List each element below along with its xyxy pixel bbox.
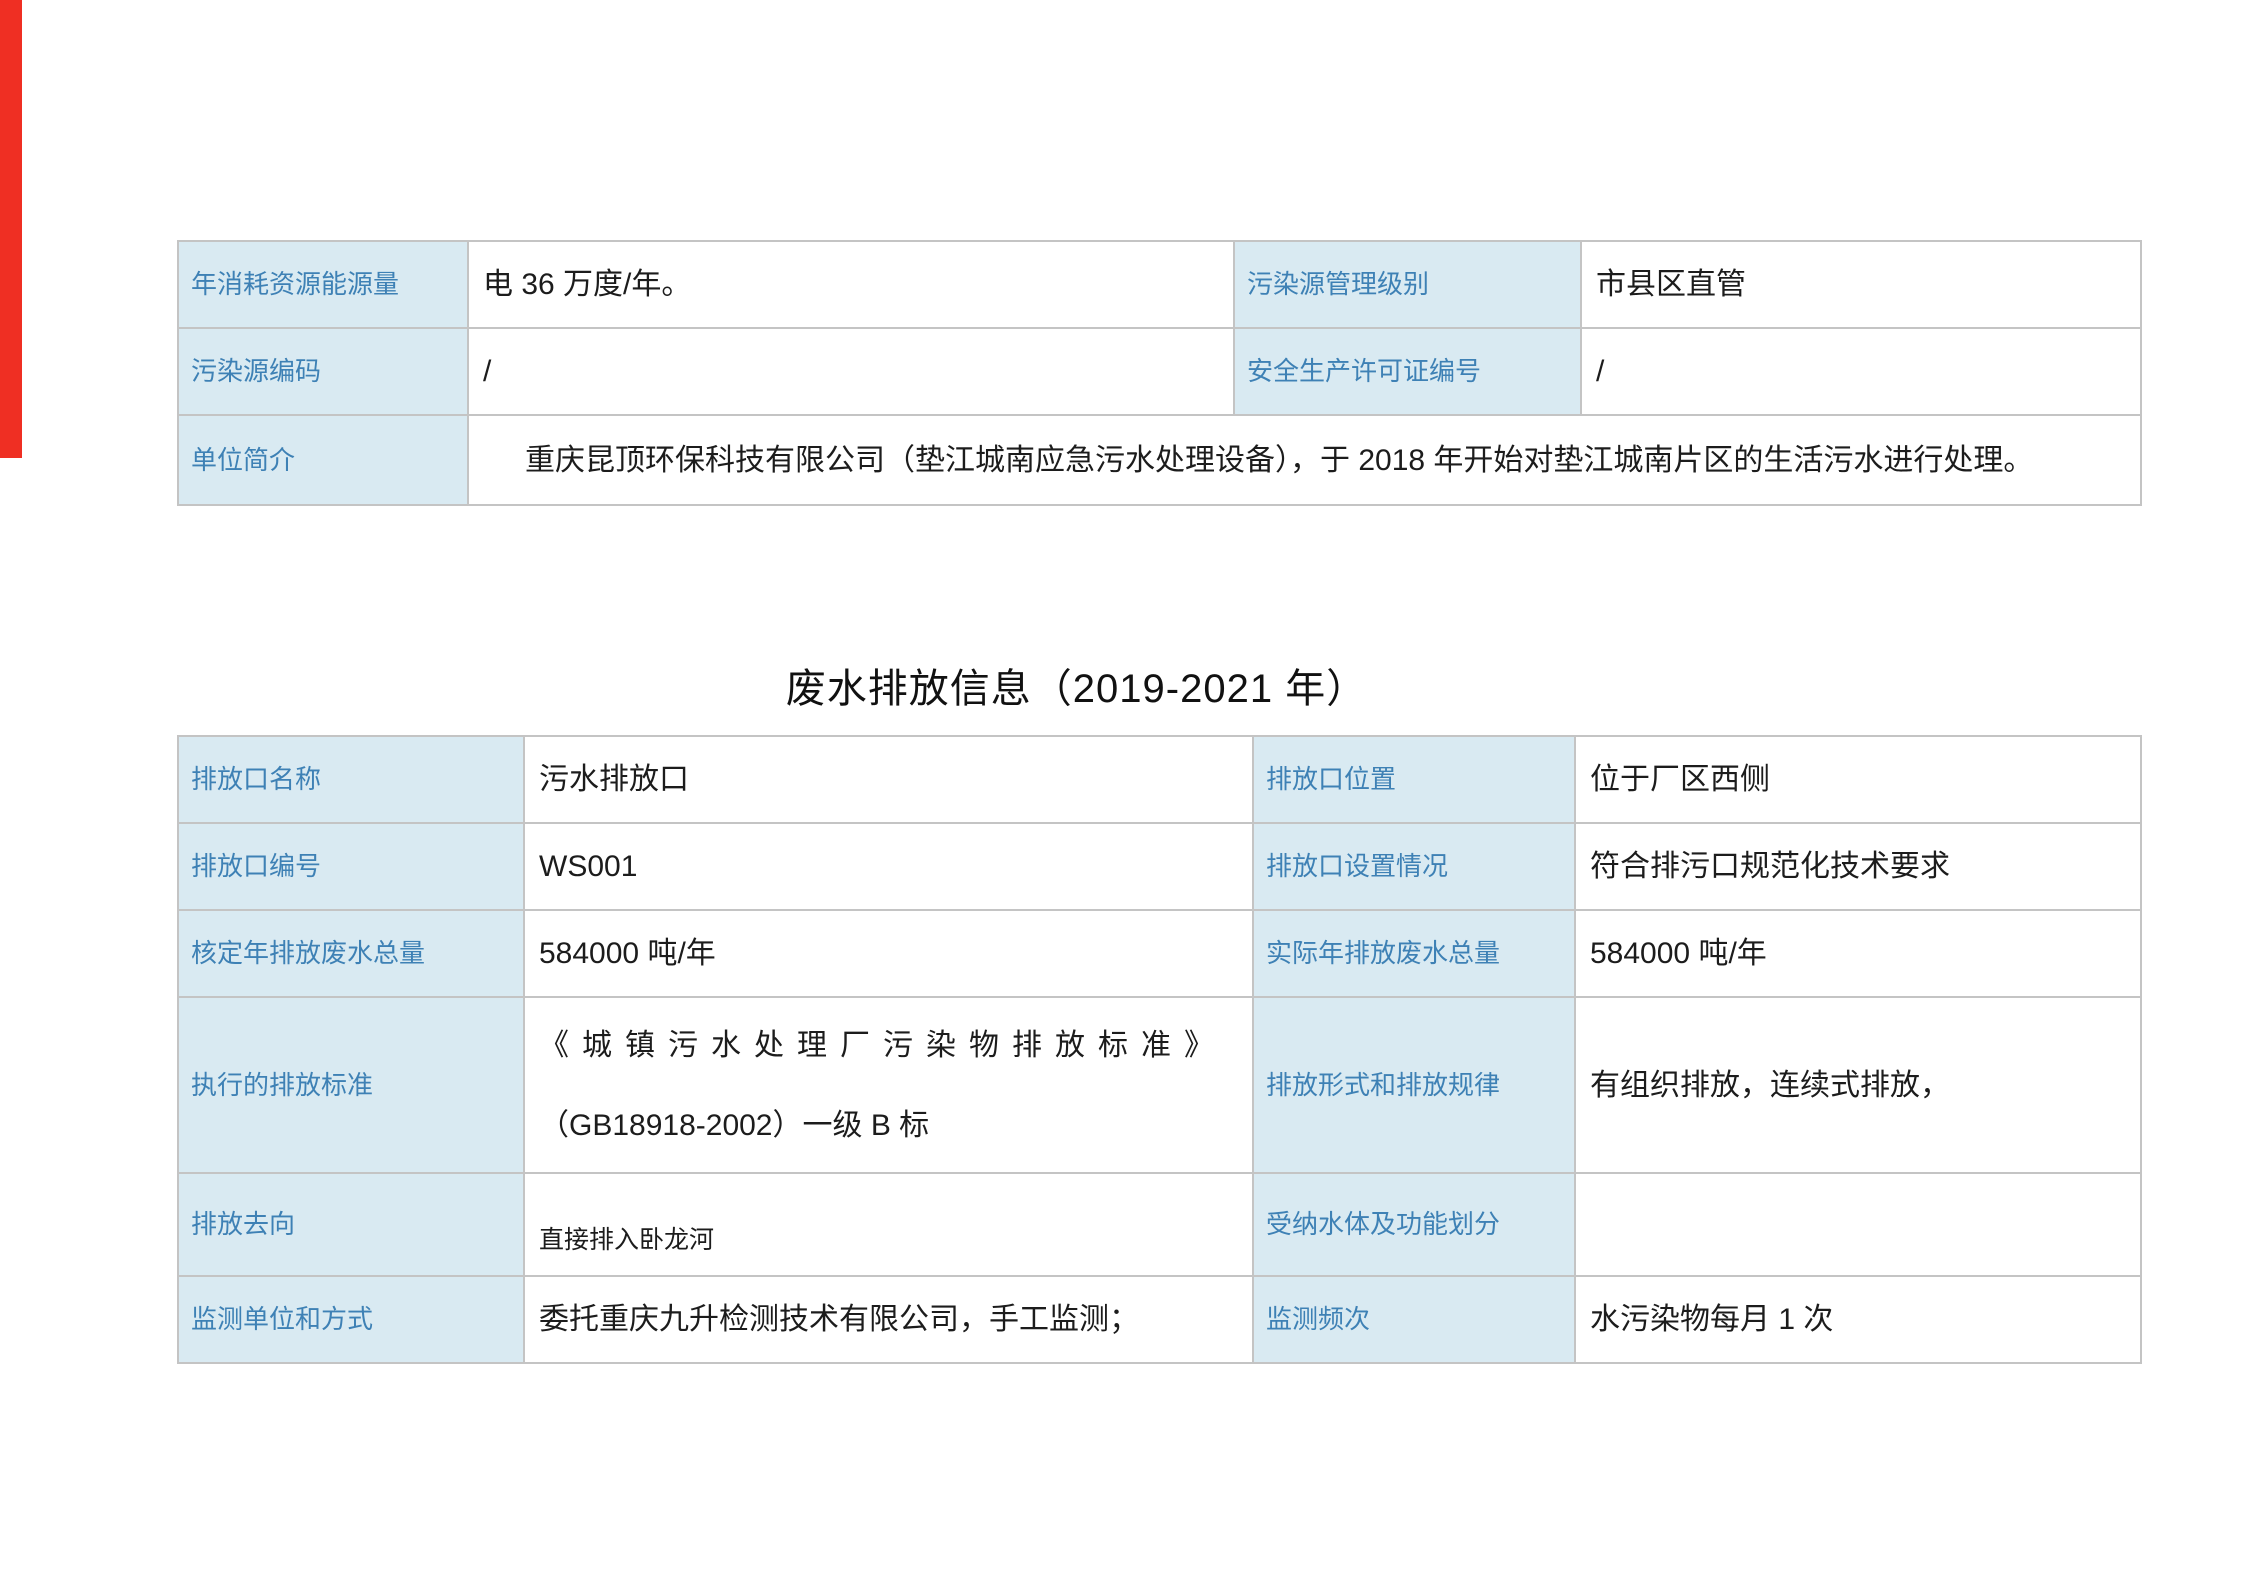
section-title: 废水排放信息（2019-2021 年） bbox=[786, 667, 1367, 711]
field-value-receiving-water-body bbox=[1575, 1173, 2141, 1276]
table-row: 污染源编码 / 安全生产许可证编号 / bbox=[178, 328, 2141, 415]
discharge-standard-line1: 《城镇污水处理厂污染物排放标准》 bbox=[539, 1006, 1238, 1086]
field-label-outlet-name: 排放口名称 bbox=[178, 736, 524, 823]
field-label-management-level: 污染源管理级别 bbox=[1234, 241, 1581, 328]
field-label-monitoring-frequency: 监测频次 bbox=[1253, 1276, 1575, 1363]
field-label-discharge-form: 排放形式和排放规律 bbox=[1253, 997, 1575, 1173]
field-label-outlet-number: 排放口编号 bbox=[178, 823, 524, 910]
field-value-outlet-location: 位于厂区西侧 bbox=[1575, 736, 2141, 823]
left-margin-red-marker bbox=[0, 0, 22, 458]
table-row: 监测单位和方式 委托重庆九升检测技术有限公司，手工监测； 监测频次 水污染物每月… bbox=[178, 1276, 2141, 1363]
field-label-discharge-standard: 执行的排放标准 bbox=[178, 997, 524, 1173]
field-value-outlet-setup: 符合排污口规范化技术要求 bbox=[1575, 823, 2141, 910]
discharge-standard-line2: （GB18918-2002）一级 B 标 bbox=[539, 1086, 1238, 1166]
field-label-outlet-setup: 排放口设置情况 bbox=[1253, 823, 1575, 910]
field-value-outlet-name: 污水排放口 bbox=[524, 736, 1253, 823]
field-value-outlet-number: WS001 bbox=[524, 823, 1253, 910]
facility-info-table: 年消耗资源能源量 电 36 万度/年。 污染源管理级别 市县区直管 污染源编码 … bbox=[177, 240, 2142, 506]
field-value-pollution-source-code: / bbox=[468, 328, 1234, 415]
field-label-receiving-water-body: 受纳水体及功能划分 bbox=[1253, 1173, 1575, 1276]
wastewater-discharge-table: 排放口名称 污水排放口 排放口位置 位于厂区西侧 排放口编号 WS001 排放口… bbox=[177, 735, 2142, 1364]
field-value-monitoring-frequency: 水污染物每月 1 次 bbox=[1575, 1276, 2141, 1363]
field-value-company-profile: 重庆昆顶环保科技有限公司（垫江城南应急污水处理设备），于 2018 年开始对垫江… bbox=[468, 415, 2141, 505]
field-label-monitoring-unit-method: 监测单位和方式 bbox=[178, 1276, 524, 1363]
field-value-actual-discharge-total: 584000 吨/年 bbox=[1575, 910, 2141, 997]
field-label-actual-discharge-total: 实际年排放废水总量 bbox=[1253, 910, 1575, 997]
field-value-annual-energy: 电 36 万度/年。 bbox=[468, 241, 1234, 328]
field-label-annual-energy: 年消耗资源能源量 bbox=[178, 241, 468, 328]
table-row: 核定年排放废水总量 584000 吨/年 实际年排放废水总量 584000 吨/… bbox=[178, 910, 2141, 997]
table-row: 执行的排放标准 《城镇污水处理厂污染物排放标准》 （GB18918-2002）一… bbox=[178, 997, 2141, 1173]
field-value-monitoring-unit-method: 委托重庆九升检测技术有限公司，手工监测； bbox=[524, 1276, 1253, 1363]
field-label-company-profile: 单位简介 bbox=[178, 415, 468, 505]
field-value-approved-discharge-total: 584000 吨/年 bbox=[524, 910, 1253, 997]
document-page: 年消耗资源能源量 电 36 万度/年。 污染源管理级别 市县区直管 污染源编码 … bbox=[0, 0, 2245, 1587]
table-row: 单位简介 重庆昆顶环保科技有限公司（垫江城南应急污水处理设备），于 2018 年… bbox=[178, 415, 2141, 505]
table-row: 排放口名称 污水排放口 排放口位置 位于厂区西侧 bbox=[178, 736, 2141, 823]
field-label-safety-license-no: 安全生产许可证编号 bbox=[1234, 328, 1581, 415]
field-value-discharge-standard: 《城镇污水处理厂污染物排放标准》 （GB18918-2002）一级 B 标 bbox=[524, 997, 1253, 1173]
table-row: 年消耗资源能源量 电 36 万度/年。 污染源管理级别 市县区直管 bbox=[178, 241, 2141, 328]
field-value-discharge-destination: 直接排入卧龙河 bbox=[524, 1173, 1253, 1276]
field-value-discharge-form: 有组织排放，连续式排放， bbox=[1575, 997, 2141, 1173]
field-value-safety-license-no: / bbox=[1581, 328, 2141, 415]
field-value-management-level: 市县区直管 bbox=[1581, 241, 2141, 328]
section-title-wrap: 废水排放信息（2019-2021 年） bbox=[0, 656, 2153, 714]
field-label-approved-discharge-total: 核定年排放废水总量 bbox=[178, 910, 524, 997]
table-row: 排放口编号 WS001 排放口设置情况 符合排污口规范化技术要求 bbox=[178, 823, 2141, 910]
field-label-outlet-location: 排放口位置 bbox=[1253, 736, 1575, 823]
field-label-discharge-destination: 排放去向 bbox=[178, 1173, 524, 1276]
field-label-pollution-source-code: 污染源编码 bbox=[178, 328, 468, 415]
table-row: 排放去向 直接排入卧龙河 受纳水体及功能划分 bbox=[178, 1173, 2141, 1276]
